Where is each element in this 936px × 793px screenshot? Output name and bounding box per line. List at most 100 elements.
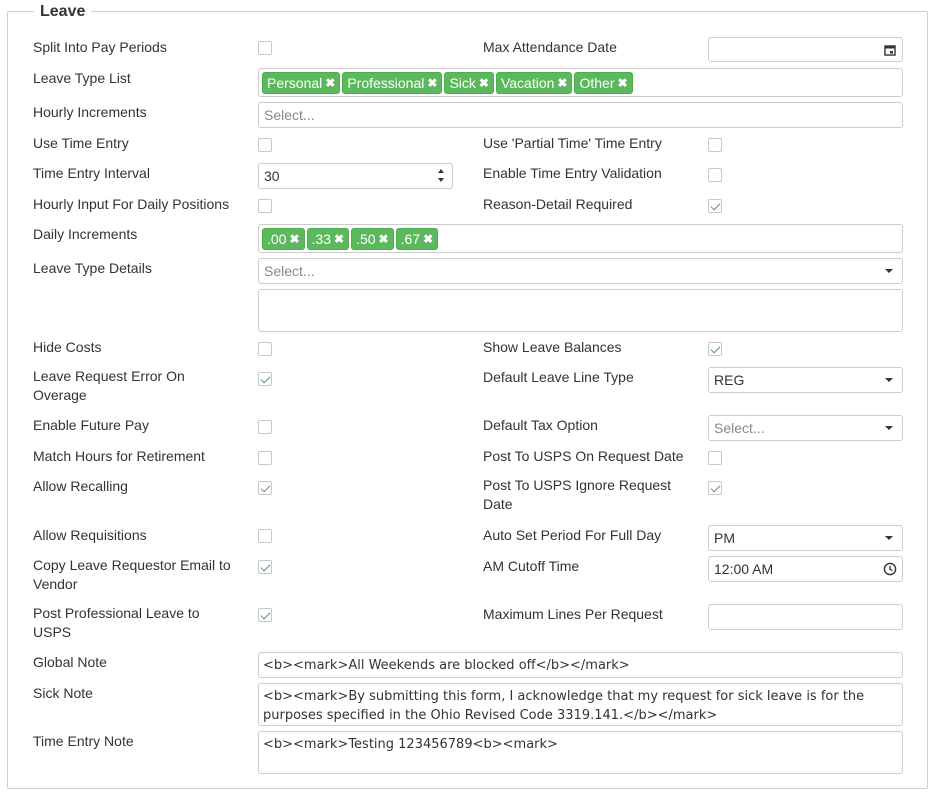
tag-daily_increments: .50 ✖ [351,227,394,250]
label-daily-increments: Daily Increments [33,226,138,242]
clock-icon[interactable] [883,562,897,576]
label-use-partial: Use 'Partial Time' Time Entry [483,135,662,151]
checkbox-enable-future-pay[interactable] [258,420,272,434]
checkbox-use-partial[interactable] [708,138,722,152]
label-auto-set-period: Auto Set Period For Full Day [483,527,662,543]
label-sick-note: Sick Note [33,685,93,701]
max-lines-input[interactable] [708,604,903,630]
label-match-hours: Match Hours for Retirement [33,448,205,464]
label-post-usps-ignore: Post To USPS Ignore Request Date [483,476,671,514]
label-max-lines: Maximum Lines Per Request [483,606,663,622]
remove-tag-icon[interactable]: ✖ [557,76,567,90]
label-time-entry-note: Time Entry Note [33,733,134,749]
checkbox-show-balances[interactable] [708,342,722,356]
remove-tag-icon[interactable]: ✖ [379,232,389,246]
tag-label: .50 [356,230,376,247]
remove-tag-icon[interactable]: ✖ [334,232,344,246]
checkbox-allow-requisitions[interactable] [258,529,272,543]
label-allow-requisitions: Allow Requisitions [33,527,147,543]
tag-leave_types: Vacation ✖ [495,71,573,94]
label-copy-email-line2: Vendor [33,576,78,592]
tag-label: Personal [267,74,323,91]
leave-type-list-input[interactable]: Personal ✖ Professional ✖ Sick ✖ Vacation ✖ Othe… [258,68,903,97]
am-cutoff-time-input[interactable]: 12:00 AM [708,556,903,582]
leave-type-details-select[interactable]: Select... [258,258,903,284]
label-leave-type-list: Leave Type List [33,70,131,86]
label-allow-recalling: Allow Recalling [33,478,128,494]
calendar-icon[interactable] [884,44,896,56]
label-post-usps-request: Post To USPS On Request Date [483,448,684,464]
checkbox-enable-validation[interactable] [708,168,722,182]
label-max-attendance: Max Attendance Date [483,39,617,55]
checkbox-post-prof[interactable] [258,608,272,622]
checkbox-hourly-input-daily[interactable] [258,199,272,213]
label-enable-future-pay: Enable Future Pay [33,417,149,433]
spinner-icon[interactable] [438,167,446,185]
checkbox-hide-costs[interactable] [258,342,272,356]
tag-leave_types: Sick ✖ [444,71,494,94]
label-copy-email-line1: Copy Leave Requestor Email to [33,557,231,573]
leave-type-details-textarea[interactable] [258,289,903,332]
label-use-time-entry: Use Time Entry [33,135,129,151]
checkbox-use-time-entry[interactable] [258,138,272,152]
label-error-overage-line1: Leave Request Error On [33,368,185,384]
label-time-entry-interval: Time Entry Interval [33,165,150,181]
label-split-pay: Split Into Pay Periods [33,39,167,55]
checkbox-reason-detail[interactable] [708,199,722,213]
label-reason-detail: Reason-Detail Required [483,196,633,212]
label-hourly-increments: Hourly Increments [33,104,147,120]
tag-label: Professional [347,74,425,91]
time-entry-note-textarea[interactable]: <b><mark>Testing 123456789<b><mark> [258,731,903,774]
chevron-down-icon [885,378,893,382]
chevron-down-icon [885,536,893,540]
daily-increments-input[interactable]: .00 ✖ .33 ✖ .50 ✖ .67 ✖ [258,224,903,253]
max-attendance-date-input[interactable] [708,37,903,62]
label-enable-validation: Enable Time Entry Validation [483,165,662,181]
default-line-type-value: REG [714,372,745,388]
time-entry-interval-value: 30 [264,168,280,184]
checkbox-match-hours[interactable] [258,451,272,465]
checkbox-copy-email[interactable] [258,560,272,574]
checkbox-allow-recalling[interactable] [258,481,272,495]
remove-tag-icon[interactable]: ✖ [479,76,489,90]
checkbox-post-usps-ignore[interactable] [708,481,722,495]
checkbox-split-pay[interactable] [258,41,272,55]
label-post-prof: Post Professional Leave to USPS [33,604,200,642]
tag-label: Other [579,74,615,91]
chevron-down-icon [885,426,893,430]
tag-label: Vacation [500,74,555,91]
default-line-type-select[interactable]: REG [708,367,903,393]
auto-set-period-select[interactable]: PM [708,525,903,551]
remove-tag-icon[interactable]: ✖ [427,76,437,90]
tag-daily_increments: .33 ✖ [306,227,350,250]
sick-note-textarea[interactable]: <b><mark>By submitting this form, I ackn… [258,683,903,726]
chevron-down-icon [885,269,893,273]
global-note-textarea[interactable]: <b><mark>All Weekends are blocked off</b… [258,652,903,678]
default-tax-select[interactable]: Select... [708,415,903,441]
remove-tag-icon[interactable]: ✖ [423,232,433,246]
tag-leave_types: Personal ✖ [262,71,341,94]
label-am-cutoff: AM Cutoff Time [483,558,580,574]
tag-label: Sick [449,74,476,91]
label-copy-email: Copy Leave Requestor Email to Vendor [33,556,231,594]
tag-label: .33 [311,230,331,247]
label-post-prof-line1: Post Professional Leave to [33,605,200,621]
label-hide-costs: Hide Costs [33,339,102,355]
checkbox-error-overage[interactable] [258,372,272,386]
am-cutoff-value: 12:00 AM [714,561,774,577]
label-post-usps-ignore-line1: Post To USPS Ignore Request [483,477,672,493]
label-show-balances: Show Leave Balances [483,339,622,355]
label-default-line-type: Default Leave Line Type [483,369,634,385]
remove-tag-icon[interactable]: ✖ [289,232,299,246]
remove-tag-icon[interactable]: ✖ [325,76,335,90]
section-title: Leave [34,1,92,23]
auto-set-period-value: PM [714,530,735,546]
default-tax-placeholder: Select... [714,420,765,436]
time-entry-interval-input[interactable]: 30 [258,163,453,189]
hourly-increments-select[interactable]: Select... [258,102,903,128]
remove-tag-icon[interactable]: ✖ [617,76,627,90]
label-hourly-input-daily: Hourly Input For Daily Positions [33,196,230,212]
tag-leave_types: Other ✖ [574,71,633,94]
checkbox-post-usps-request[interactable] [708,451,722,465]
label-post-prof-line2: USPS [33,624,72,640]
